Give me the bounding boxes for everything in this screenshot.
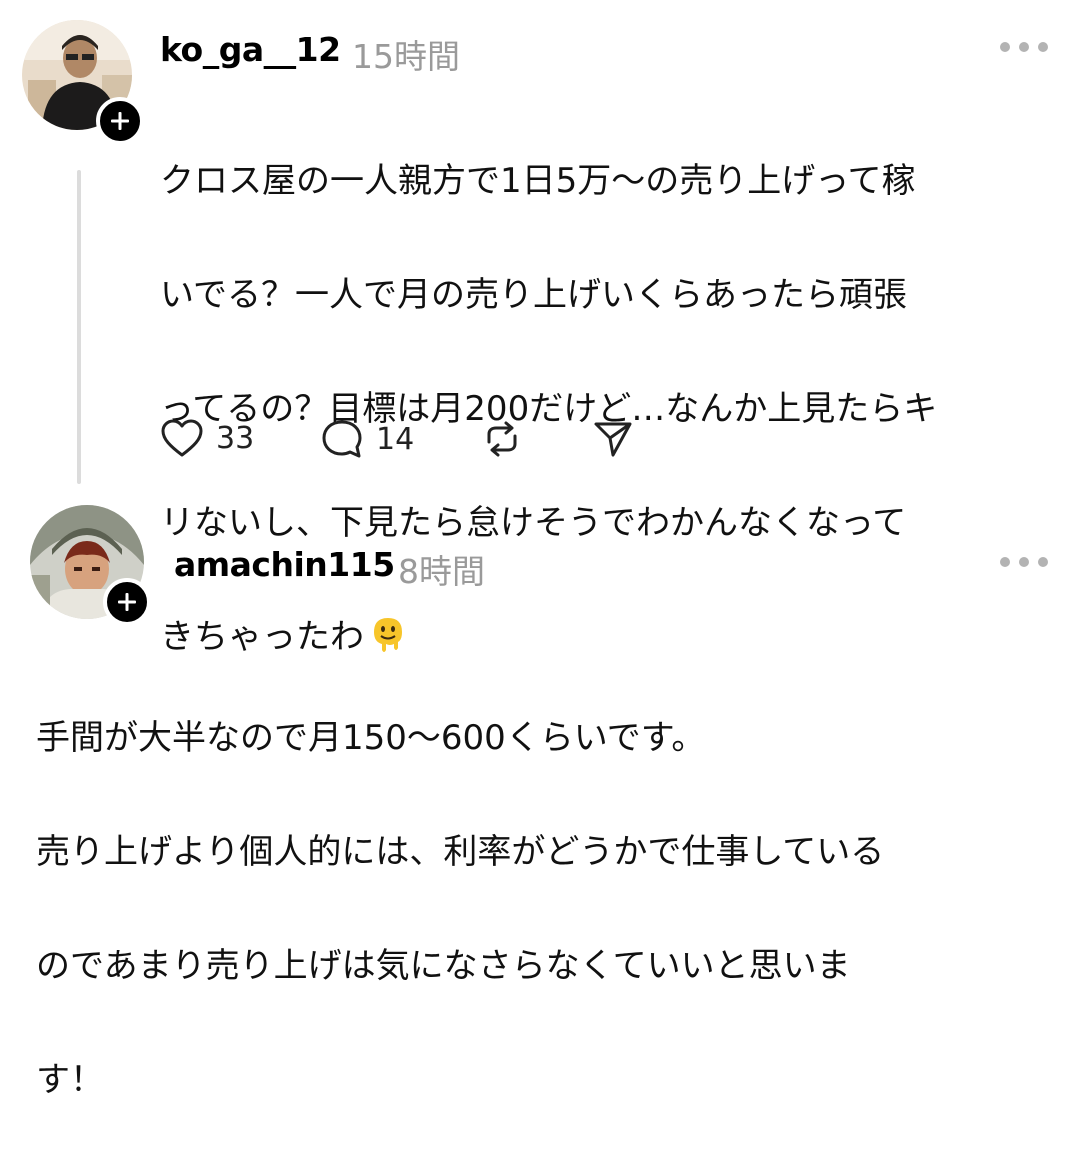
heart-icon [161, 419, 203, 457]
follow-button[interactable] [103, 578, 151, 626]
repost-icon [487, 421, 517, 457]
comment-icon [322, 420, 362, 458]
thread-line [77, 170, 81, 484]
reply-text: 手間が大半なので月150〜600くらいです。 売り上げより個人的には、利率がどう… [36, 653, 1056, 1166]
more-options-icon[interactable] [1000, 557, 1048, 567]
reply-text-line: 売り上げより個人的には、利率がどうかで仕事している [36, 832, 885, 872]
plus-icon [111, 112, 129, 130]
post-text: クロス屋の一人親方で1日5万〜の売り上げって稼 いでる？一人で月の売り上げいくら… [160, 96, 1060, 723]
reply-username[interactable]: amachin115 [174, 545, 395, 584]
send-icon [594, 422, 632, 457]
post-text-line: クロス屋の一人親方で1日5万〜の売り上げって稼 [160, 161, 916, 201]
plus-icon [118, 593, 136, 611]
reply-button[interactable]: 14 [320, 418, 414, 460]
post-text-line: リないし、下見たら怠けそうでわかんなくなって [160, 503, 907, 543]
like-count: 33 [216, 420, 255, 456]
repost-button[interactable] [479, 418, 525, 460]
reply-count: 14 [376, 421, 415, 457]
share-button[interactable] [592, 418, 634, 460]
post-text-line: いでる？一人で月の売り上げいくらあったら頑張 [160, 275, 907, 315]
reply-text-line: す！ [36, 1060, 104, 1100]
post-text-line: きちゃったわ [160, 617, 364, 657]
reply-timestamp: 8時間 [398, 552, 485, 591]
post-timestamp: 15時間 [352, 37, 460, 76]
more-options-icon[interactable] [1000, 42, 1048, 52]
like-button[interactable]: 33 [160, 418, 254, 458]
follow-button[interactable] [96, 97, 144, 145]
reply-text-line: 手間が大半なので月150〜600くらいです。 [36, 718, 706, 758]
reply-text-line: のであまり売り上げは気になさらなくていいと思いま [36, 946, 851, 986]
melting-face-icon [374, 618, 402, 652]
post-username[interactable]: ko_ga__12 [160, 30, 341, 69]
